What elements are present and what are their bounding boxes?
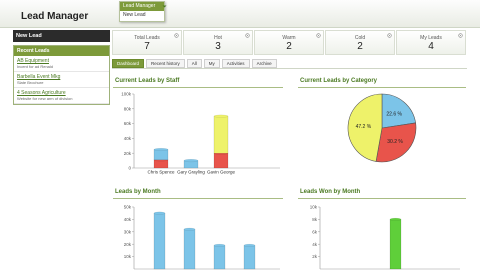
tab-dashboard[interactable]: Dashboard: [112, 59, 145, 68]
recent-lead-item[interactable]: Barbella Event Mkg Slate Brochure: [14, 72, 109, 88]
recent-lead-subtitle: Website for new arm of division: [17, 96, 73, 101]
bar: [183, 229, 196, 270]
y-tick-label: 2k: [312, 254, 318, 259]
stat-value: 2: [357, 41, 363, 52]
staff-bar-chart: 0 20k 40k 60k 80k 100k Chris Spence Gary Grayli…: [121, 92, 280, 175]
pie-slice-label: 22.6 %: [386, 112, 402, 118]
chart-title-staff: Current Leads by Staff: [115, 78, 180, 84]
dropdown-item-lead-manager[interactable]: Lead Manager: [120, 2, 164, 11]
dropdown-item-new-lead[interactable]: New Lead: [120, 11, 164, 20]
tab-all[interactable]: All: [186, 59, 202, 68]
tab-my[interactable]: My: [203, 59, 220, 68]
y-tick-label: 80k: [124, 106, 132, 111]
bar-top: [183, 227, 196, 231]
stat-value: 4: [428, 41, 434, 52]
x-tick-label: Chris Spence: [147, 170, 175, 175]
y-tick-label: 50k: [124, 205, 132, 210]
bar-segment: [213, 152, 229, 169]
won-bar-chart: 2k 4k 6k 8k 10k: [310, 205, 460, 270]
y-tick-label: 30k: [124, 229, 132, 234]
y-tick-label: 20k: [124, 242, 132, 247]
y-tick-label: 6k: [312, 229, 318, 234]
chart-title-won: Leads Won by Month: [300, 189, 361, 195]
y-tick-label: 60k: [124, 121, 132, 126]
tab-recent-history[interactable]: Recent history: [146, 59, 185, 68]
stat-cold[interactable]: Cold 2: [325, 30, 395, 55]
gear-icon[interactable]: [174, 33, 179, 38]
gear-icon[interactable]: [458, 33, 463, 38]
y-tick-label: 20k: [124, 151, 132, 156]
recent-lead-subtitle: Slate Brochure: [17, 80, 44, 85]
app-title: Lead Manager: [21, 11, 89, 22]
recent-lead-item[interactable]: 4 Seasons Agriculture Website for new ar…: [14, 88, 109, 104]
pie-slice-label: 47.2 %: [356, 124, 372, 130]
bar-segment-top: [213, 114, 229, 118]
chart-title-category: Current Leads by Category: [300, 78, 378, 84]
tab-archive[interactable]: Archive: [251, 59, 277, 68]
y-tick-label: 40k: [124, 217, 132, 222]
gear-icon[interactable]: [316, 33, 321, 38]
dropdown-arrow-icon[interactable]: [162, 4, 167, 9]
y-tick-label: 0: [128, 166, 131, 171]
recent-leads-panel: Recent Leads AB Equipment Incent for ad …: [13, 45, 110, 105]
stat-value: 3: [215, 41, 221, 52]
stat-hot[interactable]: Hot 3: [183, 30, 253, 55]
stats-bar: Total Leads 7 Hot 3 Warm 2 Cold 2 My Lea…: [112, 30, 467, 55]
bar: [213, 245, 226, 270]
module-dropdown[interactable]: Lead Manager New Lead: [119, 1, 165, 22]
bar-segment-top: [153, 148, 169, 151]
stat-my-leads[interactable]: My Leads 4: [396, 30, 466, 55]
recent-lead-item[interactable]: AB Equipment Incent for ad Renald: [14, 56, 109, 72]
bar-segment: [213, 116, 229, 154]
bar-top: [389, 217, 402, 221]
y-tick-label: 100k: [121, 92, 132, 97]
tab-bar: Dashboard Recent history All My Activiti…: [112, 59, 279, 68]
bar-top: [213, 243, 226, 247]
gear-icon[interactable]: [245, 33, 250, 38]
y-tick-label: 4k: [312, 242, 318, 247]
bar: [243, 245, 256, 270]
stat-warm[interactable]: Warm 2: [254, 30, 324, 55]
tab-divider: [112, 68, 467, 69]
y-tick-label: 10k: [124, 254, 132, 259]
gear-icon[interactable]: [387, 33, 392, 38]
stat-total-leads[interactable]: Total Leads 7: [112, 30, 182, 55]
bar: [389, 219, 402, 270]
bar: [153, 212, 166, 270]
bar-top: [243, 243, 256, 247]
x-tick-label: Gary Grayling: [177, 170, 205, 175]
recent-lead-subtitle: Incent for ad Renald: [17, 64, 54, 69]
y-tick-label: 40k: [124, 136, 132, 141]
y-tick-label: 10k: [310, 205, 318, 210]
stat-value: 7: [144, 41, 150, 52]
y-tick-label: 8k: [312, 217, 318, 222]
pie-slice-label: 30.2 %: [387, 139, 403, 145]
x-tick-label: Gavin George: [207, 170, 236, 175]
top-bar: Lead Manager: [0, 0, 480, 28]
stat-value: 2: [286, 41, 292, 52]
chart-title-month: Leads by Month: [115, 189, 161, 195]
recent-leads-header: Recent Leads: [14, 46, 109, 56]
bar-segment-top: [183, 159, 199, 163]
sidebar: New Lead Recent Leads AB Equipment Incen…: [13, 30, 110, 105]
bar-segment: [153, 149, 169, 161]
category-pie-chart: 22.6 % 30.2 % 47.2 %: [347, 93, 417, 163]
month-bar-chart: 10k 20k 30k 40k 50k: [124, 205, 280, 270]
new-lead-button[interactable]: New Lead: [13, 30, 110, 42]
tab-activities[interactable]: Activities: [221, 59, 250, 68]
bar-top: [153, 211, 166, 215]
